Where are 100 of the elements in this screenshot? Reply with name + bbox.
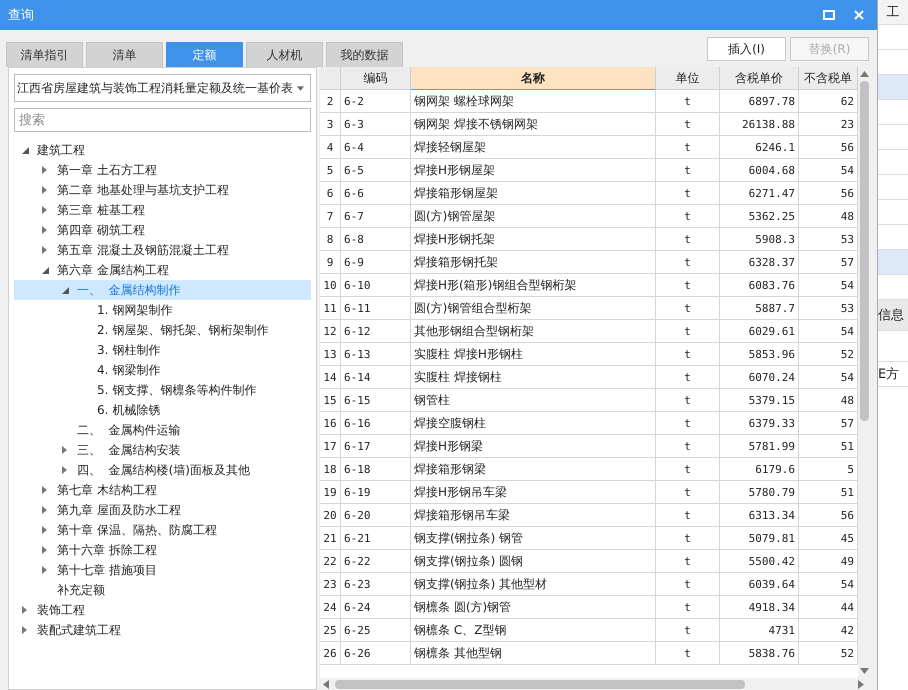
row-number: 3	[320, 113, 341, 136]
search-field[interactable]: 搜索	[14, 108, 311, 132]
highlighted-row	[878, 75, 908, 100]
table-cell: 焊接H形(箱形)钢组合型钢桁架	[411, 274, 656, 297]
table-cell: 6-22	[341, 550, 411, 573]
table-cell: 焊接空腹钢柱	[411, 412, 656, 435]
collapsed-triangle-icon[interactable]	[42, 226, 47, 234]
tree-item[interactable]: 第十七章 措施项目	[14, 560, 311, 580]
tree-item[interactable]: 四、 金属结构楼(墙)面板及其他	[14, 460, 311, 480]
table-cell: 6179.6	[720, 458, 799, 481]
table-cell: 圆(方)钢管组合型桁架	[411, 297, 656, 320]
table-cell: 5908.3	[720, 228, 799, 251]
tree-item[interactable]: 建筑工程	[14, 140, 311, 160]
table-cell: 6039.64	[720, 573, 799, 596]
collapsed-triangle-icon[interactable]	[42, 186, 47, 194]
table-cell: 6-10	[341, 274, 411, 297]
collapsed-triangle-icon[interactable]	[42, 206, 47, 214]
table-cell: 圆(方)钢管屋架	[411, 205, 656, 228]
table-cell: t	[656, 274, 720, 297]
table-cell: t	[656, 205, 720, 228]
table-cell: 焊接H形钢梁	[411, 435, 656, 458]
expanded-triangle-icon[interactable]	[22, 146, 29, 154]
collapsed-triangle-icon[interactable]	[42, 506, 47, 514]
table-cell: 焊接箱形钢梁	[411, 458, 656, 481]
table-cell: 6-15	[341, 389, 411, 412]
row-number: 18	[320, 458, 341, 481]
expanded-triangle-icon[interactable]	[42, 266, 49, 274]
tree-item[interactable]: 5. 钢支撑、钢檩条等构件制作	[14, 380, 311, 400]
table-cell: 焊接箱形钢屋架	[411, 182, 656, 205]
column-header[interactable]: 单位	[656, 67, 720, 90]
column-header[interactable]: 名称	[411, 67, 656, 90]
collapsed-triangle-icon[interactable]	[22, 626, 27, 634]
tree-item[interactable]: 第五章 混凝土及钢筋混凝土工程	[14, 240, 311, 260]
highlighted-row	[878, 250, 908, 275]
tree-item[interactable]: 第十章 保温、隔热、防腐工程	[14, 520, 311, 540]
tree-item[interactable]: 第十六章 拆除工程	[14, 540, 311, 560]
collapsed-triangle-icon[interactable]	[42, 546, 47, 554]
table-cell: t	[656, 136, 720, 159]
collapsed-triangle-icon[interactable]	[22, 606, 27, 614]
tab[interactable]: 清单	[86, 42, 163, 67]
tree-item[interactable]: 三、 金属结构安装	[14, 440, 311, 460]
collapsed-triangle-icon[interactable]	[42, 246, 47, 254]
collapsed-triangle-icon[interactable]	[62, 446, 67, 454]
collapsed-triangle-icon[interactable]	[42, 526, 47, 534]
action-button[interactable]: 插入(I)	[707, 37, 786, 61]
tab[interactable]: 清单指引	[6, 42, 83, 67]
tab[interactable]: 我的数据	[326, 42, 403, 67]
collapsed-triangle-icon[interactable]	[62, 466, 67, 474]
tree-item[interactable]: 第四章 砌筑工程	[14, 220, 311, 240]
collapsed-triangle-icon[interactable]	[42, 486, 47, 494]
tree-item[interactable]: 1. 钢网架制作	[14, 300, 311, 320]
tree-item[interactable]: 3. 钢柱制作	[14, 340, 311, 360]
scroll-down-icon[interactable]	[860, 668, 868, 674]
tree-item[interactable]: 第三章 桩基工程	[14, 200, 311, 220]
header-cell	[320, 67, 341, 90]
table-cell: 6-16	[341, 412, 411, 435]
tree-item[interactable]: 2. 钢屋架、钢托架、钢桁架制作	[14, 320, 311, 340]
scroll-up-icon[interactable]	[860, 71, 868, 77]
collapsed-triangle-icon[interactable]	[42, 166, 47, 174]
library-select[interactable]: 江西省房屋建筑与装饰工程消耗量定额及统一基价表	[14, 74, 311, 102]
tree-item[interactable]: 第七章 木结构工程	[14, 480, 311, 500]
maximize-icon[interactable]	[823, 9, 836, 21]
close-icon[interactable]	[853, 9, 866, 21]
tree-item[interactable]: 装饰工程	[14, 600, 311, 620]
table-cell: t	[656, 527, 720, 550]
table-cell: 5500.42	[720, 550, 799, 573]
table-cell: 5379.15	[720, 389, 799, 412]
tree-item[interactable]: 第六章 金属结构工程	[14, 260, 311, 280]
row-number: 13	[320, 343, 341, 366]
tree-item[interactable]: 二、 金属构件运输	[14, 420, 311, 440]
column-header[interactable]: 不含税单	[799, 67, 858, 90]
scroll-right-icon[interactable]	[858, 680, 864, 688]
table-cell: 6328.37	[720, 251, 799, 274]
table-cell: 钢支撑(钢拉条) 圆钢	[411, 550, 656, 573]
table-cell: 钢支撑(钢拉条) 其他型材	[411, 573, 656, 596]
row-number: 8	[320, 228, 341, 251]
collapsed-triangle-icon[interactable]	[42, 566, 47, 574]
row-number: 17	[320, 435, 341, 458]
table-cell: 6-6	[341, 182, 411, 205]
row-number: 7	[320, 205, 341, 228]
tree-item[interactable]: 装配式建筑工程	[14, 620, 311, 640]
tree-item[interactable]: 第二章 地基处理与基坑支护工程	[14, 180, 311, 200]
column-header[interactable]: 编码	[341, 67, 411, 90]
tree-item[interactable]: 第九章 屋面及防水工程	[14, 500, 311, 520]
column-header[interactable]: 含税单价	[720, 67, 799, 90]
table-cell: 6313.34	[720, 504, 799, 527]
row-number: 9	[320, 251, 341, 274]
table-cell: t	[656, 458, 720, 481]
tree-item[interactable]: 补充定额	[14, 580, 311, 600]
tree-item[interactable]: 4. 钢梁制作	[14, 360, 311, 380]
expanded-triangle-icon[interactable]	[62, 286, 69, 294]
tree-item[interactable]: 一、 金属结构制作	[14, 280, 311, 300]
tree-item[interactable]: 6. 机械除锈	[14, 400, 311, 420]
tree-item[interactable]: 第一章 土石方工程	[14, 160, 311, 180]
tab[interactable]: 人材机	[246, 42, 323, 67]
table-cell: 5780.79	[720, 481, 799, 504]
scroll-left-icon[interactable]	[323, 680, 329, 688]
table-cell: 6-2	[341, 90, 411, 113]
table-cell: t	[656, 113, 720, 136]
row-number: 5	[320, 159, 341, 182]
